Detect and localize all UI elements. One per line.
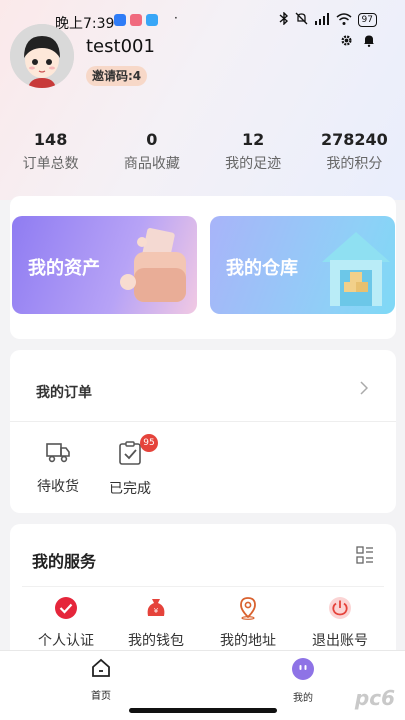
mute-icon — [295, 12, 308, 28]
divider — [22, 586, 384, 587]
my-assets-tile[interactable]: 我的资产 — [12, 216, 197, 314]
orders-card: 我的订单 待收货 95 已完成 — [10, 350, 396, 513]
notification-bell-icon[interactable] — [363, 32, 375, 51]
stat-favorites[interactable]: 0 商品收藏 — [101, 130, 202, 180]
order-item-label: 待收货 — [37, 479, 79, 495]
stat-value: 148 — [33, 130, 68, 149]
home-indicator — [129, 708, 277, 713]
stats-row: 148 订单总数 0 商品收藏 12 我的足迹 278240 我的积分 — [0, 130, 405, 180]
svg-text:¥: ¥ — [154, 607, 159, 615]
settings-gear-icon[interactable] — [340, 32, 353, 51]
avatar-illustration — [10, 24, 74, 88]
order-pending-receipt[interactable]: 待收货 — [28, 440, 88, 496]
username: test001 — [86, 36, 155, 57]
battery-indicator: 97 — [357, 13, 377, 27]
system-status-icons: 97 — [279, 11, 377, 28]
avatar[interactable] — [10, 24, 74, 88]
app-notification-icon — [130, 14, 142, 26]
chevron-right-icon — [360, 380, 369, 399]
stat-points[interactable]: 278240 我的积分 — [304, 130, 405, 180]
my-assets-label: 我的资产 — [28, 258, 100, 279]
service-label: 我的钱包 — [128, 633, 184, 649]
completed-count-badge: 95 — [140, 434, 158, 452]
check-circle-icon — [55, 597, 77, 619]
watermark-logo: pc6 — [354, 686, 395, 710]
bluetooth-icon — [279, 11, 289, 28]
list-grid-icon[interactable] — [356, 546, 374, 568]
home-icon — [92, 658, 110, 677]
services-card: 我的服务 个人认证 ¥ 我的钱包 我的地址 退出账号 — [10, 524, 396, 664]
wallet-illustration-icon — [120, 228, 186, 302]
status-time: 晚上7:39 — [55, 16, 115, 32]
tab-home-label: 首页 — [91, 691, 111, 702]
stat-value: 0 — [146, 130, 158, 149]
orders-title: 我的订单 — [36, 385, 92, 401]
power-icon — [329, 597, 351, 619]
stat-value: 278240 — [320, 130, 388, 149]
stat-label: 订单总数 — [22, 156, 79, 172]
services-title: 我的服务 — [32, 552, 97, 571]
truck-icon — [46, 443, 70, 463]
my-warehouse-label: 我的仓库 — [226, 258, 298, 279]
order-item-label: 已完成 — [109, 481, 151, 497]
notification-icons — [114, 14, 158, 26]
orders-header[interactable]: 我的订单 — [10, 350, 396, 422]
service-verification[interactable]: 个人认证 — [26, 596, 106, 650]
status-dot: · — [174, 11, 178, 25]
tab-mine[interactable]: 我的 — [273, 657, 333, 704]
location-icon — [240, 597, 256, 620]
top-actions — [340, 32, 375, 51]
service-label: 我的地址 — [220, 633, 276, 649]
stat-orders-total[interactable]: 148 订单总数 — [0, 130, 101, 180]
order-completed[interactable]: 95 已完成 — [100, 434, 160, 498]
wifi-icon — [336, 12, 352, 28]
tab-mine-label: 我的 — [293, 693, 313, 704]
warehouse-illustration-icon — [322, 232, 390, 306]
tab-home[interactable]: 首页 — [71, 657, 131, 702]
service-wallet[interactable]: ¥ 我的钱包 — [116, 596, 196, 650]
stat-label: 我的足迹 — [225, 156, 282, 172]
app-notification-icon — [146, 14, 158, 26]
profile-face-icon — [292, 658, 314, 680]
my-warehouse-tile[interactable]: 我的仓库 — [210, 216, 395, 314]
stat-label: 商品收藏 — [123, 156, 180, 172]
service-logout[interactable]: 退出账号 — [300, 596, 380, 650]
service-address[interactable]: 我的地址 — [208, 596, 288, 650]
wallet-icon: ¥ — [147, 599, 165, 616]
stat-value: 12 — [241, 130, 265, 149]
signal-icon — [314, 12, 330, 28]
service-label: 退出账号 — [312, 633, 368, 649]
stat-label: 我的积分 — [326, 156, 383, 172]
app-notification-icon — [114, 14, 126, 26]
invite-code-badge[interactable]: 邀请码:4 — [86, 66, 148, 86]
service-label: 个人认证 — [38, 633, 94, 649]
assets-card: 我的资产 我的仓库 — [10, 196, 396, 339]
stat-footprints[interactable]: 12 我的足迹 — [203, 130, 304, 180]
